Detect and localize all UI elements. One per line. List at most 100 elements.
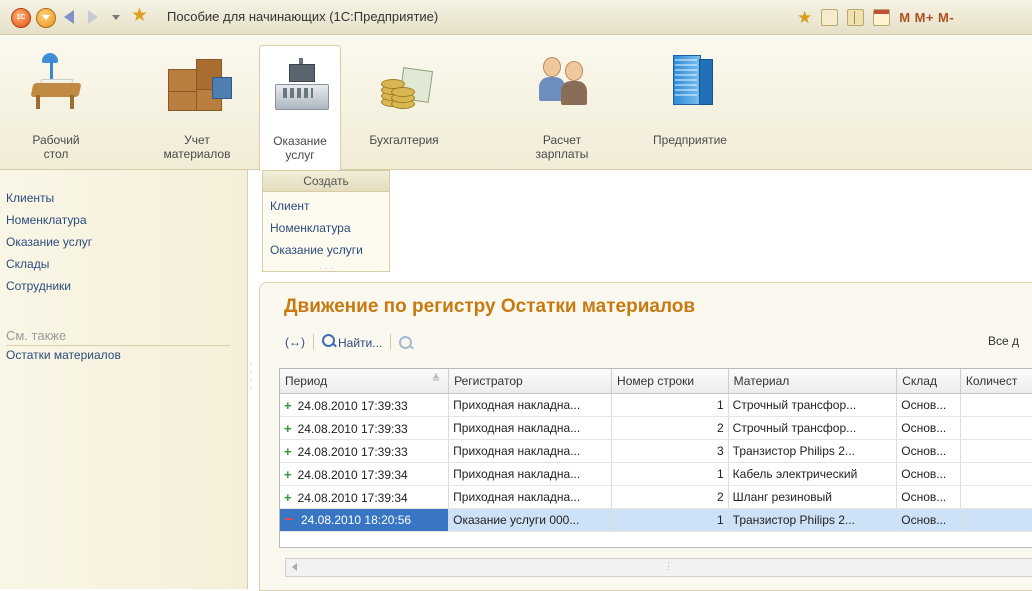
cell-registrar[interactable]: Приходная накладна... [448, 439, 613, 463]
scrollbar-grip-icon[interactable]: ⋮ [664, 561, 673, 572]
nav-item-clients[interactable]: Клиенты [6, 191, 54, 205]
cell-line-number[interactable]: 1 [611, 462, 729, 486]
cell-material[interactable]: Строчный трансфор... [728, 416, 898, 440]
form-toolbar: (↔) Найти... [285, 332, 415, 352]
cell-material[interactable]: Кабель электрический [728, 462, 898, 486]
all-actions-menu[interactable]: Все д [988, 334, 1019, 348]
cell-quantity[interactable] [960, 416, 1032, 440]
cell-registrar[interactable]: Приходная накладна... [448, 416, 613, 440]
column-header-line-number[interactable]: Номер строки [611, 369, 729, 394]
cell-period[interactable]: +24.08.2010 17:39:34 [280, 485, 450, 509]
create-nomenclature-item[interactable]: Номенклатура [270, 221, 351, 235]
nav-item-warehouses[interactable]: Склады [6, 257, 49, 271]
section-label: Оказание услуг [273, 134, 327, 162]
cell-material[interactable]: Транзистор Philips 2... [728, 439, 898, 463]
window-title: Пособие для начинающих (1С:Предприятие) [167, 9, 439, 24]
cell-quantity[interactable] [960, 439, 1032, 463]
nav-item-employees[interactable]: Сотрудники [6, 279, 71, 293]
find-button[interactable]: Найти... [322, 334, 382, 350]
column-header-period[interactable]: Период ≜ [280, 369, 450, 394]
cell-registrar[interactable]: Приходная накладна... [448, 485, 613, 509]
cell-warehouse[interactable]: Основ... [896, 393, 961, 417]
history-dropdown-icon[interactable] [112, 15, 120, 20]
main-menu-button[interactable] [36, 8, 56, 28]
create-menu: Создать Клиент Номенклатура Оказание усл… [262, 170, 390, 273]
section-desktop[interactable]: Рабочий стол [10, 35, 102, 169]
table-row[interactable]: +24.08.2010 17:39:33 Приходная накладна..… [280, 393, 1032, 417]
table-row[interactable]: 24.08.2010 18:20:56 Оказание услуги 000..… [280, 508, 1032, 532]
cell-warehouse[interactable]: Основ... [896, 462, 961, 486]
cell-line-number[interactable]: 2 [611, 485, 729, 509]
cell-period[interactable]: +24.08.2010 17:39:33 [280, 439, 450, 463]
column-header-quantity[interactable]: Количест [960, 369, 1032, 394]
cell-quantity[interactable] [960, 393, 1032, 417]
section-accounting[interactable]: Бухгалтерия [358, 35, 450, 169]
section-label: Предприятие [653, 133, 727, 147]
section-materials[interactable]: Учет материалов [152, 35, 242, 169]
column-header-registrar[interactable]: Регистратор [448, 369, 613, 394]
history-icon[interactable] [821, 8, 839, 26]
create-service-item[interactable]: Оказание услуги [270, 243, 363, 257]
favorite-star-icon[interactable]: ★ [797, 9, 812, 26]
create-menu-header[interactable]: Создать [263, 171, 389, 192]
cell-line-number[interactable]: 2 [611, 416, 729, 440]
table-row[interactable]: +24.08.2010 17:39:33 Приходная накладна..… [280, 439, 1032, 463]
cell-period[interactable]: 24.08.2010 18:20:56 [280, 508, 450, 532]
cell-line-number[interactable]: 1 [611, 393, 729, 417]
calendar-icon[interactable] [873, 8, 891, 26]
find-label: Найти... [338, 336, 383, 350]
favorites-star-icon[interactable]: ★ [131, 6, 148, 26]
cell-line-number[interactable]: 3 [611, 439, 729, 463]
cancel-search-icon[interactable] [399, 335, 413, 349]
people-icon [529, 49, 595, 111]
memory-store-button[interactable]: M [899, 10, 910, 25]
section-services[interactable]: Оказание услуг [259, 45, 341, 171]
period-value: 24.08.2010 17:39:33 [297, 421, 408, 436]
column-header-material[interactable]: Материал [728, 369, 898, 394]
sort-icon: ≜ [431, 374, 441, 385]
table-header-row: Период ≜ Регистратор Номер строки Материа… [280, 369, 1032, 394]
nav-item-material-balances[interactable]: Остатки материалов [6, 348, 121, 362]
cell-warehouse[interactable]: Основ... [896, 416, 961, 440]
toggle-movements-button[interactable]: (↔) [285, 335, 305, 349]
cell-warehouse[interactable]: Основ... [896, 485, 961, 509]
memory-subtract-button[interactable]: M- [938, 10, 954, 25]
cell-material[interactable]: Строчный трансфор... [728, 393, 898, 417]
section-enterprise[interactable]: Предприятие [641, 35, 739, 169]
panel-splitter-handle[interactable]: · · · · [247, 360, 255, 400]
calculator-icon[interactable] [847, 8, 865, 26]
section-payroll[interactable]: Расчет зарплаты [522, 35, 602, 169]
cell-material[interactable]: Транзистор Philips 2... [728, 508, 898, 532]
cell-quantity[interactable] [960, 508, 1032, 532]
cell-line-number[interactable]: 1 [611, 508, 729, 532]
nav-item-services[interactable]: Оказание услуг [6, 235, 92, 249]
memory-add-button[interactable]: M+ [915, 10, 934, 25]
table-row[interactable]: +24.08.2010 17:39:34 Приходная накладна..… [280, 462, 1032, 486]
cell-warehouse[interactable]: Основ... [896, 508, 961, 532]
memory-buttons: M M+ M- [899, 10, 958, 25]
cell-quantity[interactable] [960, 462, 1032, 486]
nav-item-nomenclature[interactable]: Номенклатура [6, 213, 87, 227]
cell-period[interactable]: +24.08.2010 17:39:34 [280, 462, 450, 486]
section-label: Рабочий стол [32, 133, 80, 161]
table-row[interactable]: +24.08.2010 17:39:33 Приходная накладна..… [280, 416, 1032, 440]
cell-registrar[interactable]: Оказание услуги 000... [448, 508, 613, 532]
cell-warehouse[interactable]: Основ... [896, 439, 961, 463]
cell-material[interactable]: Шланг резиновый [728, 485, 898, 509]
resize-grip-icon[interactable]: · · · [319, 263, 333, 273]
cell-period[interactable]: +24.08.2010 17:39:33 [280, 416, 450, 440]
create-client-item[interactable]: Клиент [270, 199, 310, 213]
table-row[interactable]: +24.08.2010 17:39:34 Приходная накладна..… [280, 485, 1032, 509]
app-logo-icon[interactable]: 1С [11, 8, 31, 28]
cell-period[interactable]: +24.08.2010 17:39:33 [280, 393, 450, 417]
cell-registrar[interactable]: Приходная накладна... [448, 462, 613, 486]
horizontal-scrollbar[interactable]: ⋮ [285, 558, 1032, 577]
back-arrow-icon[interactable] [64, 10, 74, 24]
scroll-left-icon[interactable] [292, 563, 297, 571]
section-label: Расчет зарплаты [535, 133, 589, 161]
column-header-warehouse[interactable]: Склад [896, 369, 961, 394]
receipt-plus-icon: + [284, 443, 292, 459]
cell-registrar[interactable]: Приходная накладна... [448, 393, 613, 417]
cell-quantity[interactable] [960, 485, 1032, 509]
forward-arrow-icon[interactable] [88, 10, 98, 24]
